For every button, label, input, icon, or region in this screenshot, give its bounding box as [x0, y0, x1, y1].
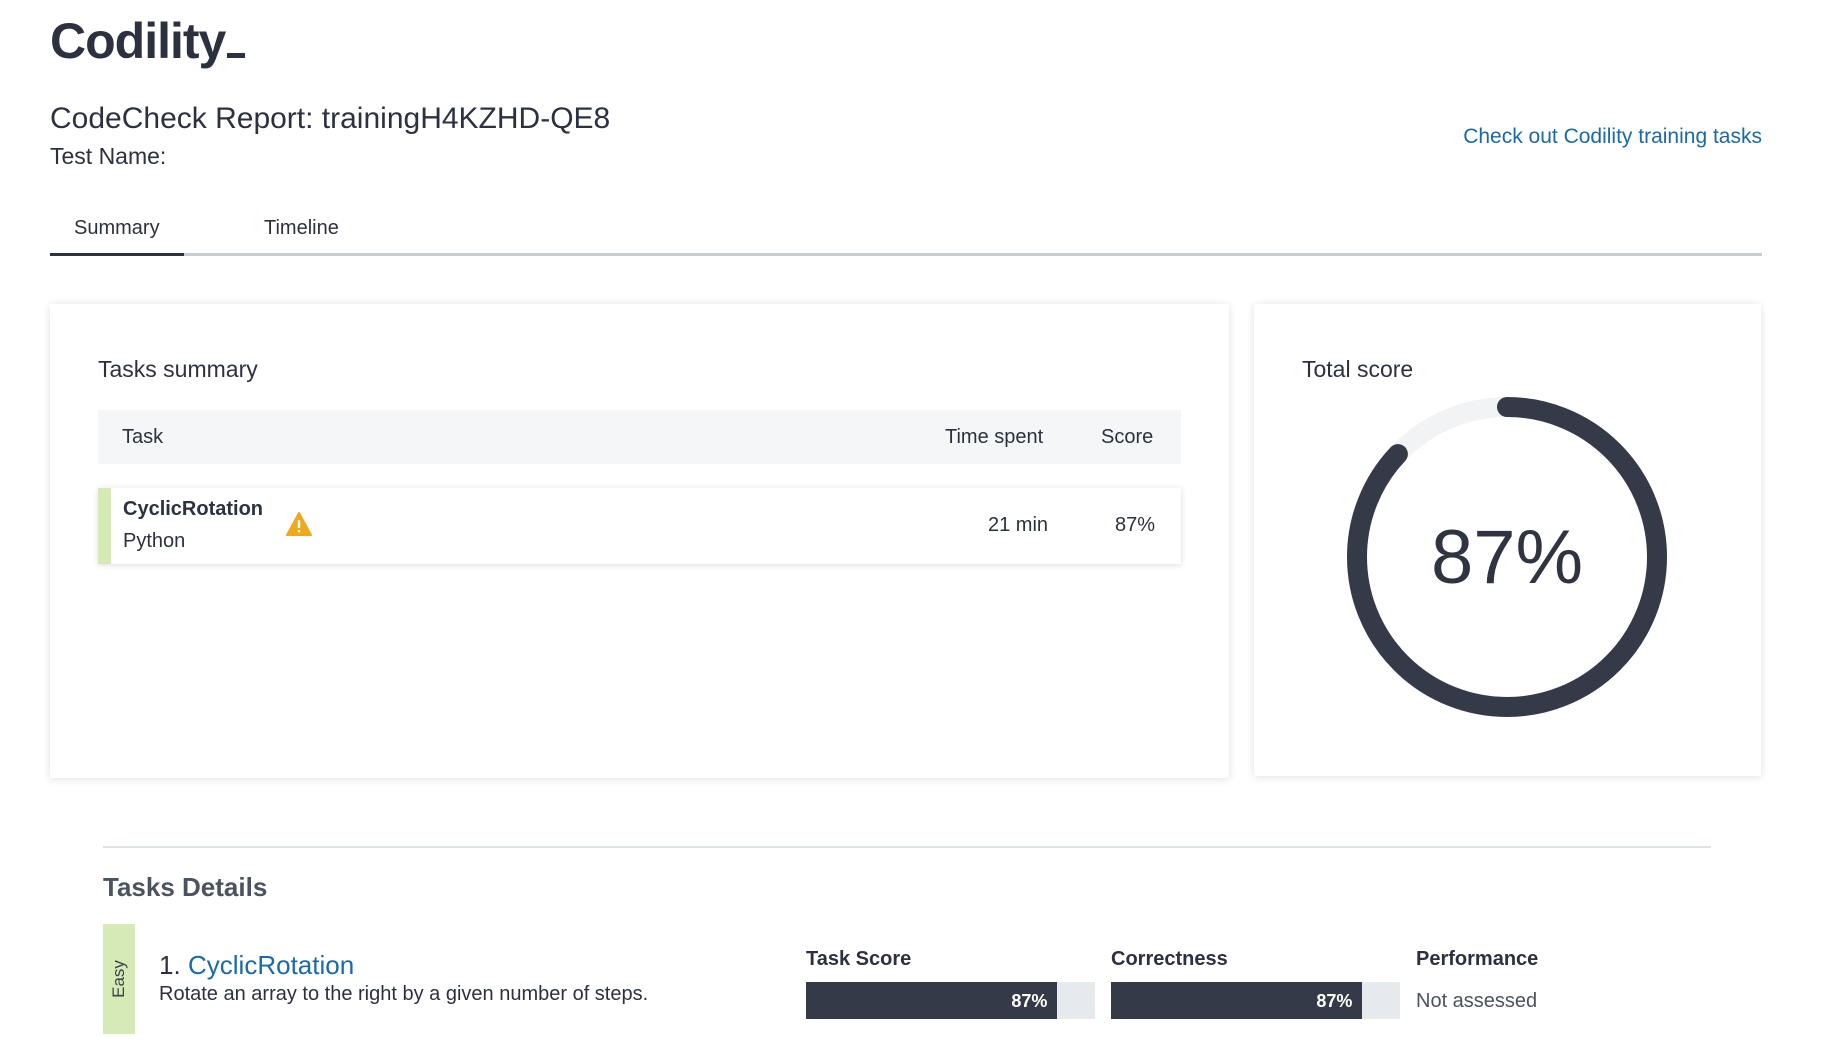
- training-tasks-link[interactable]: Check out Codility training tasks: [1463, 125, 1762, 149]
- correctness-bar: 87%: [1111, 982, 1400, 1019]
- task-score: 87%: [1115, 514, 1156, 536]
- total-score-card: Total score 87%: [1254, 304, 1761, 776]
- difficulty-label: Easy: [109, 960, 128, 998]
- section-divider: [103, 846, 1711, 848]
- task-score-bar: 87%: [806, 982, 1095, 1019]
- task-detail-number: 1.: [159, 950, 181, 980]
- task-language: Python: [123, 530, 186, 552]
- report-title: CodeCheck Report: trainingH4KZHD-QE8: [50, 102, 611, 135]
- task-time-spent: 21 min: [988, 514, 1049, 536]
- codility-logo[interactable]: Codility: [50, 12, 246, 70]
- task-score-label: Task Score: [806, 948, 912, 970]
- task-score-bar-value: 87%: [1011, 991, 1048, 1011]
- column-header-score: Score: [1101, 426, 1154, 448]
- correctness-bar-value: 87%: [1316, 991, 1353, 1011]
- task-name: CyclicRotation: [123, 498, 264, 520]
- correctness-bar-fill: 87%: [1111, 982, 1363, 1019]
- column-header-task: Task: [122, 426, 164, 448]
- column-header-time-spent: Time spent: [945, 426, 1044, 448]
- task-score-bar-fill: 87%: [806, 982, 1058, 1019]
- performance-label: Performance: [1416, 948, 1539, 970]
- tasks-summary-heading: Tasks summary: [98, 356, 258, 382]
- difficulty-badge: Easy: [103, 924, 135, 1034]
- table-row[interactable]: CyclicRotation Python 21 min 87%: [98, 488, 1181, 564]
- task-detail-description: Rotate an array to the right by a given …: [159, 983, 649, 1005]
- test-name-label: Test Name:: [50, 143, 167, 169]
- tab-timeline[interactable]: Timeline: [240, 214, 363, 256]
- total-score-value: 87%: [1430, 514, 1584, 600]
- performance-value: Not assessed: [1416, 990, 1538, 1012]
- report-tabs: Summary Timeline: [50, 208, 1762, 256]
- tasks-table-header: Task Time spent Score: [98, 410, 1181, 464]
- tasks-summary-card: Tasks summary Task Time spent Score Cycl…: [50, 304, 1229, 778]
- total-score-heading: Total score: [1302, 356, 1414, 382]
- warning-triangle-icon: [286, 512, 312, 536]
- tab-summary[interactable]: Summary: [50, 214, 184, 256]
- tasks-details-heading: Tasks Details: [103, 872, 268, 902]
- logo-cursor: [227, 53, 246, 58]
- correctness-label: Correctness: [1111, 948, 1228, 970]
- task-detail-link[interactable]: CyclicRotation: [188, 950, 354, 981]
